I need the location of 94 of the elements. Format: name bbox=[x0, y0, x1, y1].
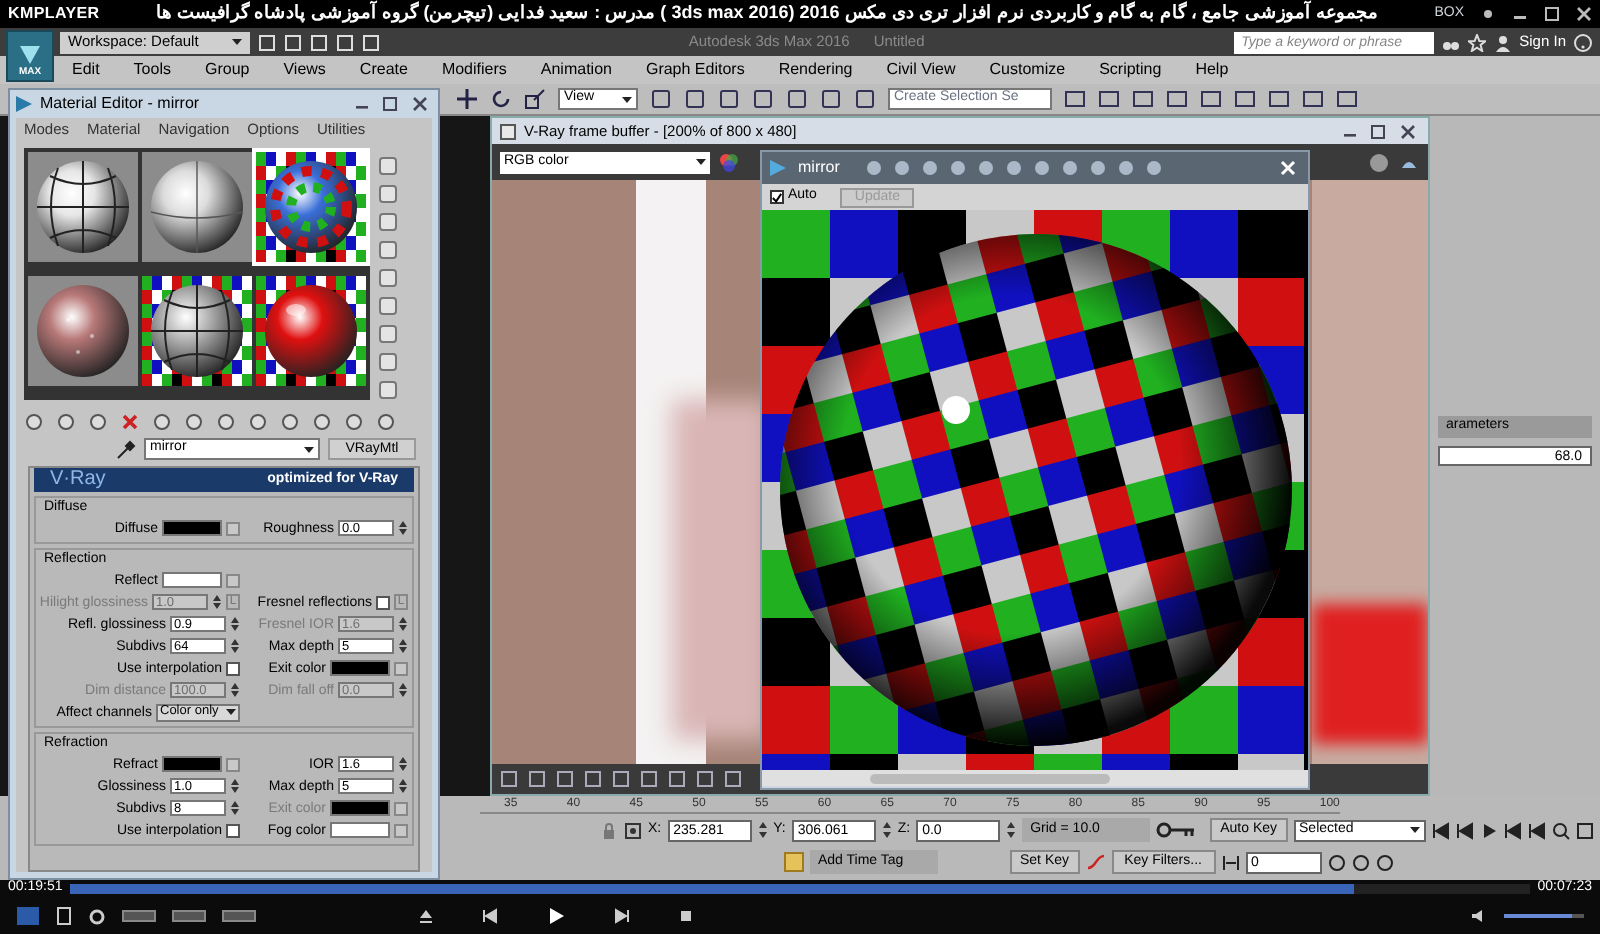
color-swatch[interactable] bbox=[330, 822, 390, 838]
rotate-icon[interactable] bbox=[490, 88, 512, 110]
checkbox[interactable] bbox=[770, 190, 784, 204]
color-swatch[interactable] bbox=[162, 756, 222, 772]
zoom-extents-icon[interactable] bbox=[1575, 821, 1594, 839]
menu-item[interactable]: Edit bbox=[72, 58, 100, 82]
material-slot[interactable] bbox=[142, 152, 252, 262]
menu-item[interactable]: Create bbox=[359, 58, 408, 82]
key-icon[interactable] bbox=[1156, 820, 1197, 840]
spinner-icon[interactable] bbox=[881, 820, 892, 840]
spinner-icon[interactable] bbox=[398, 682, 408, 698]
close-icon[interactable] bbox=[1276, 158, 1300, 178]
delete-icon[interactable] bbox=[120, 412, 140, 432]
window-title: mirror bbox=[798, 156, 842, 180]
menu-item[interactable]: Help bbox=[1195, 58, 1229, 82]
playlist-icon[interactable] bbox=[56, 906, 72, 926]
star-icon[interactable] bbox=[1467, 33, 1486, 51]
spinner-icon[interactable] bbox=[398, 638, 408, 654]
play-icon[interactable] bbox=[1479, 821, 1498, 839]
spinner-icon[interactable] bbox=[230, 778, 240, 794]
menu-item[interactable]: Animation bbox=[540, 58, 612, 82]
menu-item[interactable]: Modifiers bbox=[441, 58, 507, 82]
checkmark-icon bbox=[772, 191, 782, 203]
seek-bar[interactable] bbox=[70, 884, 1530, 894]
close-icon[interactable] bbox=[1396, 123, 1420, 139]
user-icon[interactable] bbox=[1493, 33, 1512, 51]
spinner-icon[interactable] bbox=[398, 778, 408, 794]
material-slot[interactable] bbox=[142, 276, 252, 386]
menu-item[interactable]: Tools bbox=[133, 58, 171, 82]
vray-logo: V·Ray bbox=[50, 470, 106, 490]
eyedropper-icon[interactable] bbox=[116, 439, 136, 459]
material-icon bbox=[16, 96, 32, 112]
color-swatch[interactable] bbox=[330, 660, 390, 676]
player-logo: KMPLAYER bbox=[8, 2, 100, 26]
spinner-icon[interactable] bbox=[398, 616, 408, 632]
caret-icon[interactable] bbox=[1409, 826, 1420, 834]
pin-icon[interactable] bbox=[1480, 6, 1496, 22]
material-icon bbox=[770, 160, 786, 176]
material-slot[interactable] bbox=[28, 276, 138, 386]
caret-icon[interactable] bbox=[622, 95, 632, 103]
play-icon[interactable] bbox=[546, 906, 566, 926]
menu-item[interactable]: Customize bbox=[989, 58, 1066, 82]
material-slot[interactable] bbox=[28, 152, 138, 262]
spinner-icon[interactable] bbox=[230, 800, 240, 816]
caret-icon[interactable] bbox=[696, 158, 706, 166]
material-slot[interactable] bbox=[256, 152, 366, 262]
checkbox[interactable] bbox=[376, 595, 390, 609]
maximize-icon[interactable] bbox=[1368, 123, 1388, 139]
menu-item[interactable]: Rendering bbox=[778, 58, 853, 82]
previous-frame-icon[interactable] bbox=[1455, 821, 1474, 839]
checkbox[interactable] bbox=[226, 661, 240, 675]
go-start-icon[interactable] bbox=[1431, 821, 1450, 839]
spinner-icon[interactable] bbox=[398, 520, 408, 536]
spinner-icon[interactable] bbox=[1006, 820, 1017, 840]
color-swatch[interactable] bbox=[162, 520, 222, 536]
menu-item[interactable]: Graph Editors bbox=[645, 58, 745, 82]
menu-item[interactable]: Views bbox=[283, 58, 326, 82]
spinner-icon[interactable] bbox=[230, 638, 240, 654]
material-slot[interactable] bbox=[256, 276, 366, 386]
zoom-icon[interactable] bbox=[1551, 821, 1570, 839]
maximize-icon[interactable] bbox=[380, 96, 400, 112]
menu-item[interactable]: Group bbox=[204, 58, 250, 82]
help-icon[interactable] bbox=[1574, 33, 1592, 51]
spinner-icon[interactable] bbox=[230, 616, 240, 632]
spinner-icon[interactable] bbox=[757, 820, 768, 840]
close-icon[interactable] bbox=[408, 96, 432, 112]
scale-icon[interactable] bbox=[524, 88, 546, 110]
caret-icon[interactable] bbox=[304, 445, 314, 453]
isolate-icon[interactable] bbox=[624, 821, 642, 839]
menu-item[interactable]: Civil View bbox=[886, 58, 956, 82]
color-channels-icon[interactable] bbox=[718, 151, 740, 173]
color-swatch[interactable] bbox=[162, 572, 222, 588]
spinner-icon[interactable] bbox=[212, 594, 222, 610]
caret-icon[interactable] bbox=[232, 38, 242, 46]
checkbox[interactable] bbox=[226, 823, 240, 837]
key-tangent-icon[interactable] bbox=[1085, 852, 1106, 872]
3d-mode-icon[interactable] bbox=[16, 906, 40, 926]
video-title: مجموعه آموزشی جامع ، گام به گام و کاربردی نرم افزار تری دی مکس 2016 (3ds max 2016 ) مدرس : سعید فدایی (تیچرمن) گروه آموزشی پادشاه گرافیست ها bbox=[154, 0, 1380, 27]
eject-icon[interactable] bbox=[418, 908, 434, 924]
stop-icon[interactable] bbox=[678, 908, 694, 924]
spinner-icon[interactable] bbox=[230, 682, 240, 698]
speaker-icon[interactable] bbox=[1470, 908, 1488, 924]
window-icon bbox=[500, 123, 516, 139]
next-icon[interactable] bbox=[614, 908, 630, 924]
close-icon[interactable] bbox=[1576, 6, 1592, 22]
window-title: Material Editor - mirror bbox=[40, 92, 202, 116]
maximize-icon[interactable] bbox=[1544, 6, 1560, 22]
previous-icon[interactable] bbox=[482, 908, 498, 924]
scrollbar[interactable] bbox=[762, 770, 1308, 786]
caret-icon[interactable] bbox=[226, 708, 236, 716]
menu-item[interactable]: Scripting bbox=[1099, 58, 1162, 82]
settings-icon[interactable] bbox=[88, 907, 106, 925]
spinner-icon[interactable] bbox=[398, 756, 408, 772]
move-icon[interactable] bbox=[456, 88, 478, 110]
